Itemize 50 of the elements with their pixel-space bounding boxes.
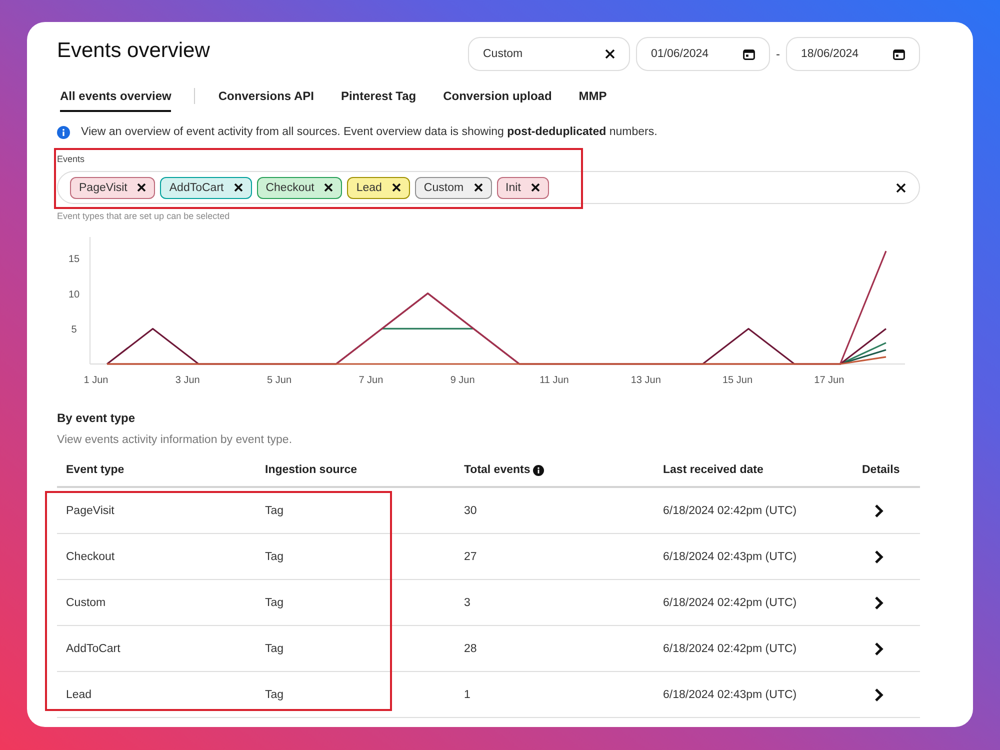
- column-header: Last received date: [663, 464, 764, 476]
- chip-label: Lead: [356, 182, 382, 194]
- table-cell: Tag: [265, 550, 284, 562]
- table-cell: 3: [464, 596, 470, 608]
- date-separator: -: [776, 47, 780, 61]
- chip-label: AddToCart: [169, 182, 224, 194]
- table-cell: Lead: [66, 688, 92, 700]
- x-tick-label: 1 Jun: [84, 375, 108, 386]
- table-cell: 27: [464, 550, 477, 562]
- field-label: Events: [57, 153, 86, 165]
- chip-label: Checkout: [266, 182, 314, 194]
- x-tick-label: 13 Jun: [630, 375, 661, 386]
- chip-label: PageVisit: [79, 182, 128, 194]
- table-cell: PageVisit: [66, 504, 114, 516]
- x-tick-label: 7 Jun: [358, 375, 384, 386]
- y-tick-label: 15: [68, 254, 80, 266]
- section-title: By event type: [57, 410, 136, 426]
- chip-label: Init: [506, 182, 521, 194]
- x-tick-label: 15 Jun: [722, 375, 753, 386]
- table-cell: Checkout: [66, 550, 115, 562]
- table-cell: Tag: [265, 642, 284, 654]
- table-cell: 1: [464, 688, 470, 700]
- section-description: View events activity information by event type.: [57, 433, 294, 448]
- table-cell: AddToCart: [66, 642, 120, 654]
- info-message: View an overview of event activity from all sources. Event overview data is showing post-deduplicated numbers.: [81, 125, 658, 140]
- column-header: Total events: [464, 464, 530, 476]
- field-hint: Event types that are set up can be selected: [57, 210, 231, 222]
- column-header: Details: [862, 464, 900, 476]
- table-cell: Custom: [66, 596, 106, 608]
- column-header: Ingestion source: [265, 464, 358, 476]
- y-tick-label: 10: [68, 289, 80, 300]
- column-header: Event type: [66, 464, 124, 476]
- x-tick-label: 11 Jun: [540, 375, 569, 386]
- table-cell: 6/18/2024 02:42pm (UTC): [663, 642, 797, 654]
- x-tick-label: 9 Jun: [450, 375, 475, 386]
- table-cell: Tag: [265, 596, 284, 608]
- table-cell: 28: [464, 642, 477, 654]
- x-tick-label: 3 Jun: [175, 375, 200, 386]
- table-cell: 6/18/2024 02:43pm (UTC): [663, 688, 797, 700]
- chip-label: Custom: [424, 182, 464, 194]
- table-cell: 6/18/2024 02:42pm (UTC): [663, 504, 797, 516]
- x-tick-label: 17 Jun: [814, 375, 844, 386]
- x-tick-label: 5 Jun: [267, 375, 292, 386]
- table-cell: 6/18/2024 02:42pm (UTC): [663, 596, 797, 608]
- table-cell: 30: [464, 504, 477, 516]
- y-tick-label: 5: [71, 324, 77, 336]
- table-cell: Tag: [265, 504, 284, 516]
- table-cell: Tag: [265, 688, 284, 700]
- page-title: Events overview: [57, 38, 210, 64]
- table-cell: 6/18/2024 02:43pm (UTC): [663, 550, 797, 562]
